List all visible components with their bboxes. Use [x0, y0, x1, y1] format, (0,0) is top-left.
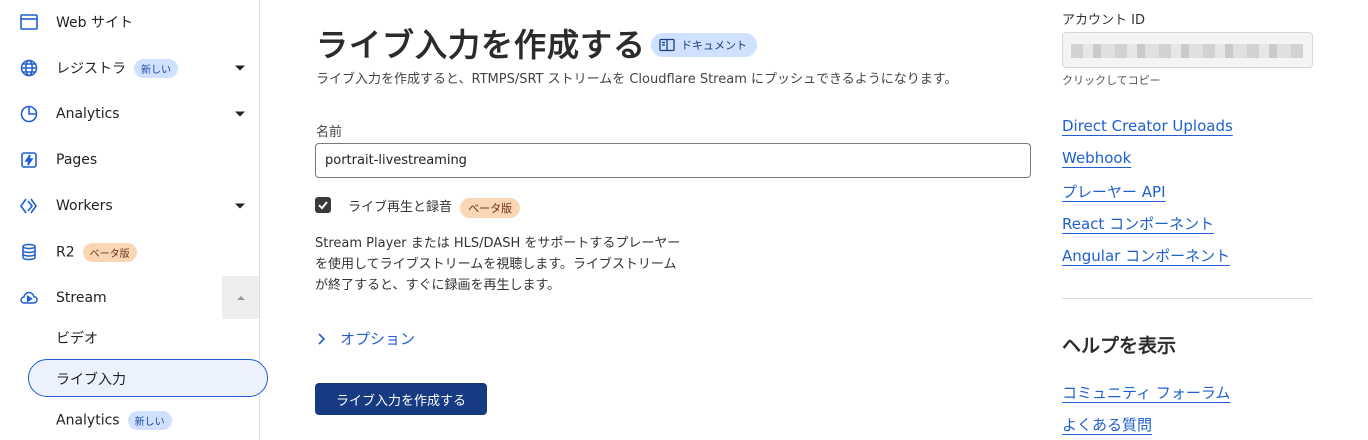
sidebar-subitem-label: ライブ入力	[56, 372, 126, 388]
sidebar-item-label: Web サイト	[56, 15, 133, 31]
main-content: ライブ入力を作成する ドキュメント ライブ入力を作成すると、RTMPS/SRT …	[260, 0, 1060, 440]
new-badge: 新しい	[134, 59, 178, 79]
globe-icon	[19, 58, 39, 78]
chevron-up-icon	[236, 295, 245, 300]
sidebar-item-label: Workers	[56, 198, 113, 214]
link-faq[interactable]: よくある質問	[1062, 414, 1152, 435]
link-angular-components[interactable]: Angular コンポーネント	[1062, 245, 1230, 266]
live-playback-label: ライブ再生と録音	[348, 200, 453, 215]
sidebar-subitem-label: Analytics	[56, 412, 120, 429]
page-title: ライブ入力を作成する	[316, 26, 647, 64]
live-playback-description: Stream Player または HLS/DASH をサポートするプレーヤーを…	[315, 236, 681, 293]
sidebar: Web サイト レジストラ 新しい Analytics Pages Workers	[0, 0, 268, 440]
sidebar-item-label: R2	[56, 244, 75, 260]
link-community-forum[interactable]: コミュニティ フォーラム	[1062, 382, 1230, 403]
beta-badge: ベータ版	[460, 197, 521, 218]
browser-window-icon	[19, 12, 39, 32]
bolt-page-icon	[19, 150, 39, 170]
sidebar-item-label: Stream	[56, 290, 107, 306]
pie-chart-icon	[19, 104, 39, 124]
create-live-input-button[interactable]: ライブ入力を作成する	[315, 383, 487, 415]
divider	[1062, 298, 1313, 299]
options-toggle[interactable]: オプション	[316, 328, 415, 349]
sidebar-item-label: Pages	[56, 152, 98, 168]
chevron-down-icon[interactable]	[235, 111, 245, 117]
link-direct-creator-uploads[interactable]: Direct Creator Uploads	[1062, 117, 1233, 135]
new-badge: 新しい	[127, 411, 172, 430]
link-webhook[interactable]: Webhook	[1062, 149, 1131, 167]
documentation-link[interactable]: ドキュメント	[651, 33, 757, 57]
account-id-label: アカウント ID	[1062, 13, 1145, 28]
name-label: 名前	[316, 125, 343, 140]
options-label: オプション	[340, 330, 416, 348]
sidebar-item-registrar[interactable]: レジストラ 新しい	[0, 48, 259, 88]
database-icon	[19, 242, 39, 262]
page-subtitle: ライブ入力を作成すると、RTMPS/SRT ストリームを Cloudflare …	[316, 72, 958, 87]
collapse-stream-button[interactable]	[222, 276, 259, 319]
sidebar-subitem-video[interactable]: ビデオ	[56, 328, 98, 348]
name-input[interactable]	[315, 143, 1031, 178]
sidebar-subitem-analytics[interactable]: Analytics 新しい	[56, 411, 172, 430]
sidebar-item-stream[interactable]: Stream	[0, 278, 259, 318]
sidebar-item-label: レジストラ	[56, 60, 126, 77]
chevron-down-icon[interactable]	[235, 65, 245, 71]
documentation-label: ドキュメント	[681, 39, 747, 52]
sidebar-item-r2[interactable]: R2 ベータ版	[0, 232, 259, 272]
book-icon	[659, 38, 675, 52]
right-panel: アカウント ID クリックしてコピー Direct Creator Upload…	[1062, 0, 1332, 440]
chevron-right-icon	[318, 332, 326, 345]
sidebar-item-pages[interactable]: Pages	[0, 140, 259, 180]
sidebar-item-analytics[interactable]: Analytics	[0, 94, 259, 134]
beta-badge: ベータ版	[82, 242, 137, 262]
cloud-play-icon	[19, 288, 39, 308]
copy-hint: クリックしてコピー	[1062, 74, 1161, 87]
redacted-account-id	[1071, 44, 1303, 58]
checkmark-icon	[318, 201, 328, 210]
live-playback-checkbox[interactable]	[315, 197, 331, 213]
sidebar-item-workers[interactable]: Workers	[0, 186, 259, 226]
link-player-api[interactable]: プレーヤー API	[1062, 181, 1166, 202]
account-id-field[interactable]	[1062, 32, 1313, 68]
workers-diamond-icon	[19, 196, 39, 216]
sidebar-item-websites[interactable]: Web サイト	[0, 2, 259, 42]
sidebar-item-label: Analytics	[56, 106, 120, 122]
help-title: ヘルプを表示	[1062, 335, 1177, 357]
link-react-components[interactable]: React コンポーネント	[1062, 213, 1214, 234]
chevron-down-icon[interactable]	[235, 203, 245, 209]
